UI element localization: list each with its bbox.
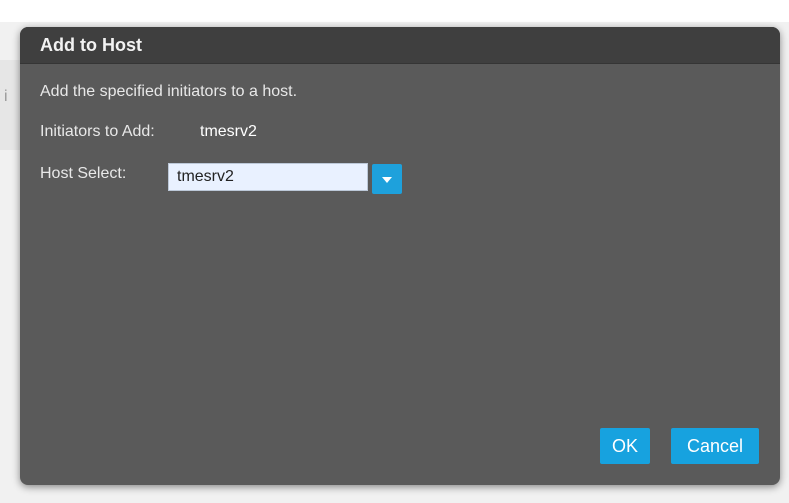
add-to-host-dialog: Add to Host Add the specified initiators…	[20, 27, 780, 485]
cancel-button[interactable]: Cancel	[671, 428, 759, 464]
ok-button[interactable]: OK	[600, 428, 650, 464]
host-select-input[interactable]	[168, 163, 368, 191]
initiators-label: Initiators to Add:	[40, 123, 155, 140]
host-select-label: Host Select:	[40, 165, 127, 182]
dialog-description: Add the specified initiators to a host.	[40, 83, 298, 100]
dialog-header: Add to Host	[20, 27, 780, 64]
initiators-value: tmesrv2	[200, 123, 257, 140]
background-partial-text: i	[4, 88, 8, 105]
background-header	[0, 0, 789, 22]
host-select-dropdown-button[interactable]	[372, 164, 402, 194]
chevron-down-icon	[382, 177, 392, 183]
dialog-title: Add to Host	[40, 35, 142, 55]
